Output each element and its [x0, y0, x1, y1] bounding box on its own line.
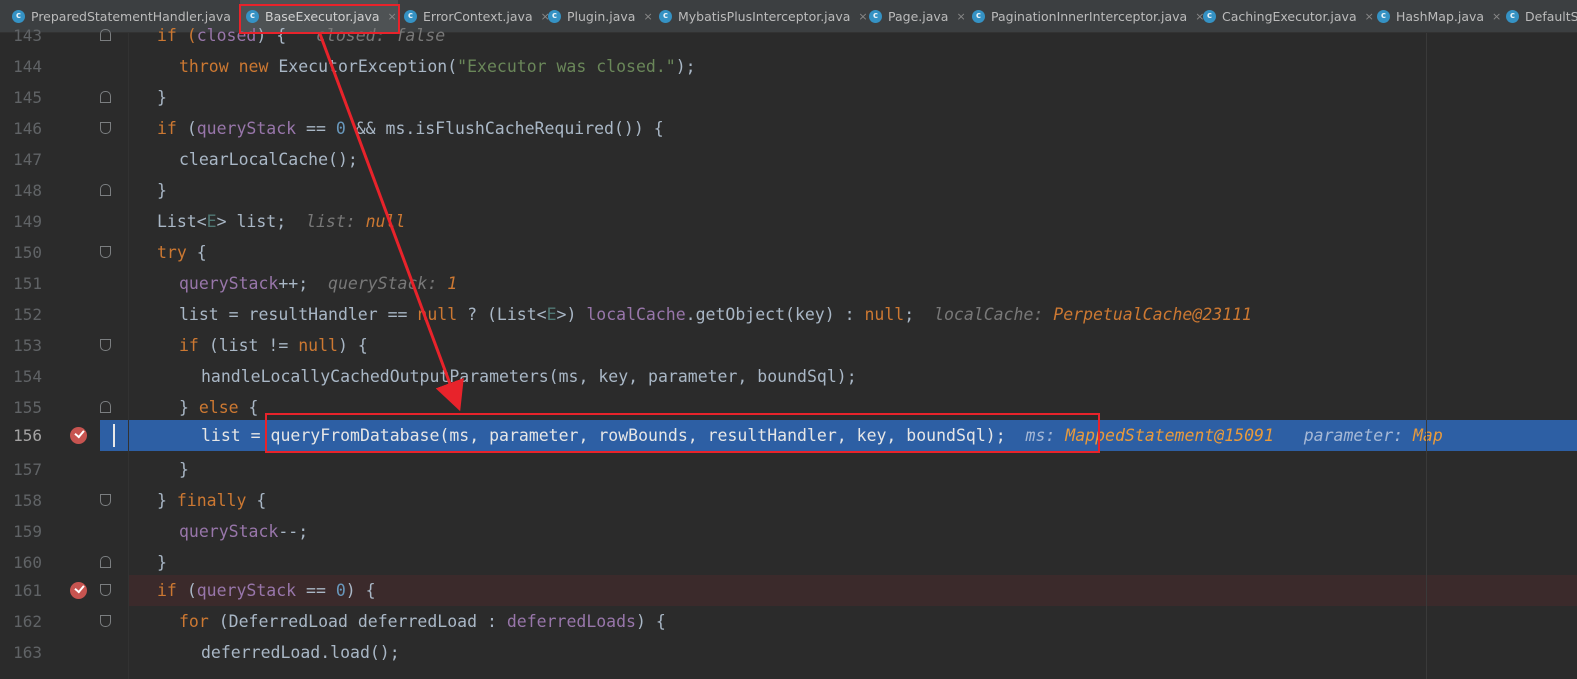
code-line: 154 handleLocallyCachedOutputParameters(… — [0, 361, 1577, 392]
fold-end-icon[interactable] — [100, 401, 111, 413]
code-text: } — [157, 88, 167, 107]
code-line: 149 List<E> list; list: null — [0, 206, 1577, 237]
line-number: 145 — [13, 88, 42, 107]
fold-start-icon[interactable] — [100, 615, 111, 627]
code-line: 157 } — [0, 454, 1577, 485]
line-number: 147 — [13, 150, 42, 169]
line-number: 144 — [13, 57, 42, 76]
code-text: for (DeferredLoad deferredLoad : deferre… — [179, 612, 666, 631]
code-line: 153 if (list != null) { — [0, 330, 1577, 361]
fold-start-icon[interactable] — [100, 122, 111, 134]
line-number: 159 — [13, 522, 42, 541]
code-text: queryStack--; — [179, 522, 309, 541]
code-line: 163 deferredLoad.load(); — [0, 637, 1577, 668]
code-text: clearLocalCache(); — [179, 150, 358, 169]
fold-end-icon[interactable] — [100, 91, 111, 103]
breakpoint-icon[interactable] — [70, 582, 87, 599]
line-number: 162 — [13, 612, 42, 631]
line-number: 158 — [13, 491, 42, 510]
code-text: List<E> list; list: null — [157, 212, 406, 231]
fold-start-icon[interactable] — [100, 494, 111, 506]
text-caret — [113, 424, 115, 447]
code-line: 152 list = resultHandler == null ? (List… — [0, 299, 1577, 330]
line-number: 146 — [13, 119, 42, 138]
execution-point-line: 156 list = queryFromDatabase(ms, paramet… — [0, 420, 1577, 451]
code-line: 151 queryStack++; queryStack: 1 — [0, 268, 1577, 299]
code-text: list = resultHandler == null ? (List<E>)… — [179, 305, 1252, 324]
gutter-separator — [128, 33, 129, 679]
fold-start-icon[interactable] — [100, 339, 111, 351]
line-number: 149 — [13, 212, 42, 231]
line-number: 157 — [13, 460, 42, 479]
line-number: 153 — [13, 336, 42, 355]
code-line: 155 } else { — [0, 392, 1577, 423]
code-text: } — [157, 181, 167, 200]
code-text: if (queryStack == 0 && ms.isFlushCacheRe… — [157, 119, 664, 138]
code-line: 143 if (closed) { closed: false — [0, 20, 1577, 51]
code-text: if (closed) { closed: false — [157, 26, 446, 45]
code-line: 144 throw new ExecutorException("Executo… — [0, 51, 1577, 82]
code-line: 158 } finally { — [0, 485, 1577, 516]
fold-start-icon[interactable] — [100, 584, 111, 596]
code-text: deferredLoad.load(); — [201, 643, 400, 662]
code-line: 145 } — [0, 82, 1577, 113]
line-number: 160 — [13, 553, 42, 572]
line-number: 163 — [13, 643, 42, 662]
code-editor[interactable]: 143 if (closed) { closed: false 144 thro… — [0, 26, 1577, 679]
code-text: } finally { — [157, 491, 267, 510]
line-number: 143 — [13, 26, 42, 45]
code-line: 147 clearLocalCache(); — [0, 144, 1577, 175]
code-line: 150 try { — [0, 237, 1577, 268]
code-text: queryStack++; queryStack: 1 — [179, 274, 458, 293]
code-text: try { — [157, 243, 207, 262]
fold-end-icon[interactable] — [100, 184, 111, 196]
breakpoint-icon[interactable] — [70, 427, 87, 444]
code-text: list = queryFromDatabase(ms, parameter, … — [201, 426, 1443, 445]
code-text: if (list != null) { — [179, 336, 368, 355]
line-number: 151 — [13, 274, 42, 293]
code-text: handleLocallyCachedOutputParameters(ms, … — [201, 367, 857, 386]
line-number: 150 — [13, 243, 42, 262]
code-line: 160 } — [0, 547, 1577, 578]
fold-end-icon[interactable] — [100, 556, 111, 568]
line-number: 154 — [13, 367, 42, 386]
code-text: if (queryStack == 0) { — [157, 581, 376, 600]
code-text: throw new ExecutorException("Executor wa… — [179, 57, 696, 76]
fold-end-icon[interactable] — [100, 29, 111, 41]
line-number: 148 — [13, 181, 42, 200]
code-text: } else { — [179, 398, 259, 417]
breakpoint-line: 161 if (queryStack == 0) { — [0, 575, 1577, 606]
code-line: 162 for (DeferredLoad deferredLoad : def… — [0, 606, 1577, 637]
code-text: } — [179, 460, 189, 479]
fold-start-icon[interactable] — [100, 246, 111, 258]
code-line: 148 } — [0, 175, 1577, 206]
line-number: 152 — [13, 305, 42, 324]
line-number: 155 — [13, 398, 42, 417]
code-line: 146 if (queryStack == 0 && ms.isFlushCac… — [0, 113, 1577, 144]
code-line: 159 queryStack--; — [0, 516, 1577, 547]
right-margin-guide — [1426, 33, 1427, 679]
code-text: } — [157, 553, 167, 572]
